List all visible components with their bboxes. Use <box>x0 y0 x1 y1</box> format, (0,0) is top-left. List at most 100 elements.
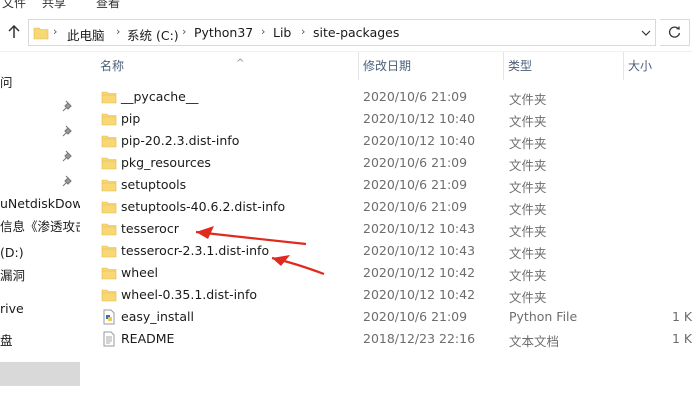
file-name: README <box>121 331 175 346</box>
pin-icon <box>62 125 72 137</box>
column-header-label: 大小 <box>628 59 653 73</box>
nav-item-label: (D:) <box>0 245 24 260</box>
file-type: 文本文档 <box>509 334 560 349</box>
breadcrumb-system-c[interactable]: 系统 (C:) <box>127 25 179 44</box>
file-row[interactable]: setuptools-40.6.2.dist-info 2020/10/6 21:… <box>80 196 692 218</box>
file-type: 文件夹 <box>509 136 547 151</box>
breadcrumb-separator: › <box>301 25 306 38</box>
nav-item-pinned[interactable] <box>0 170 80 192</box>
nav-item-drive[interactable]: rive <box>0 298 80 320</box>
nav-item-pinned[interactable] <box>0 95 80 117</box>
file-type: 文件夹 <box>509 268 547 283</box>
refresh-button[interactable] <box>660 19 690 46</box>
file-date: 2020/10/12 10:43 <box>363 221 476 236</box>
folder-icon <box>101 135 117 148</box>
file-size: 1 K <box>672 331 692 346</box>
file-row[interactable]: pkg_resources 2020/10/6 21:09 文件夹 <box>80 152 692 174</box>
nav-item-info[interactable]: 信息《渗透攻击 <box>0 216 80 238</box>
file-type: 文件夹 <box>509 158 547 173</box>
file-date: 2020/10/12 10:40 <box>363 111 476 126</box>
column-header-label: 类型 <box>508 59 533 73</box>
file-type: 文件夹 <box>509 114 547 129</box>
column-header-row: 名称 ^ 修改日期 类型 大小 <box>80 52 692 80</box>
file-type: 文件夹 <box>509 202 547 217</box>
nav-item-vuln[interactable]: 漏洞 <box>0 265 80 287</box>
file-row[interactable]: pip-20.2.3.dist-info 2020/10/12 10:40 文件夹 <box>80 130 692 152</box>
up-button[interactable] <box>2 18 26 46</box>
python-file-icon <box>103 309 115 325</box>
column-header-type[interactable]: 类型 <box>504 52 624 80</box>
nav-item-disk[interactable]: 盘 <box>0 330 80 352</box>
breadcrumb-separator: › <box>261 25 266 38</box>
file-date: 2018/12/23 22:16 <box>363 331 476 346</box>
sort-ascending-icon: ^ <box>236 58 245 69</box>
breadcrumb-this-pc[interactable]: 此电脑 <box>67 25 105 44</box>
file-row[interactable]: wheel-0.35.1.dist-info 2020/10/12 10:42 文件… <box>80 284 692 306</box>
file-row[interactable]: wheel 2020/10/12 10:42 文件夹 <box>80 262 692 284</box>
nav-item-label: 盘 <box>0 333 13 348</box>
breadcrumb-python37[interactable]: Python37 <box>194 25 253 40</box>
nav-item-label: uNetdiskDow <box>0 196 80 211</box>
file-name: pip-20.2.3.dist-info <box>121 133 240 148</box>
file-row[interactable]: setuptools 2020/10/6 21:09 文件夹 <box>80 174 692 196</box>
folder-icon <box>101 289 117 302</box>
file-name: wheel <box>121 265 158 280</box>
pin-icon <box>62 100 72 112</box>
ribbon-tabs: 文件 共享 查看 <box>0 0 692 12</box>
folder-icon <box>101 245 117 258</box>
file-name: easy_install <box>121 309 194 324</box>
ribbon-tab-share[interactable]: 共享 <box>42 0 66 11</box>
pin-icon <box>62 150 72 162</box>
pin-icon <box>62 175 72 187</box>
folder-icon <box>33 27 49 40</box>
nav-item-label: 信息《渗透攻击 <box>0 219 80 234</box>
ribbon-tab-view[interactable]: 查看 <box>96 0 120 11</box>
file-row[interactable]: tesserocr-2.3.1.dist-info 2020/10/12 10:4… <box>80 240 692 262</box>
file-size: 1 K <box>672 309 692 324</box>
file-row[interactable]: tesserocr 2020/10/12 10:43 文件夹 <box>80 218 692 240</box>
breadcrumb-lib[interactable]: Lib <box>273 25 291 40</box>
folder-icon <box>101 113 117 126</box>
navigation-pane: 问 uNetdiskDow 信息《渗透攻击 (D:) 漏洞 rive 盘 <box>0 52 80 411</box>
ribbon-tab-file[interactable]: 文件 <box>2 0 26 11</box>
file-row[interactable]: pip 2020/10/12 10:40 文件夹 <box>80 108 692 130</box>
arrow-up-icon <box>8 25 20 38</box>
folder-icon <box>101 201 117 214</box>
file-name: wheel-0.35.1.dist-info <box>121 287 258 302</box>
nav-item-pinned[interactable] <box>0 120 80 142</box>
chevron-down-icon <box>641 30 651 36</box>
address-dropdown-button[interactable] <box>637 24 655 42</box>
text-document-icon <box>103 331 115 347</box>
file-row[interactable]: easy_install 2020/10/6 21:09 Python File 1 … <box>80 306 692 328</box>
file-date: 2020/10/6 21:09 <box>363 89 468 104</box>
folder-icon <box>101 91 117 104</box>
file-type: 文件夹 <box>509 246 547 261</box>
column-header-name[interactable]: 名称 ^ <box>96 52 358 80</box>
nav-item-drive-d[interactable]: (D:) <box>0 242 80 264</box>
file-date: 2020/10/6 21:09 <box>363 155 468 170</box>
folder-icon <box>101 223 117 236</box>
file-type: 文件夹 <box>509 290 547 305</box>
file-name: setuptools-40.6.2.dist-info <box>121 199 286 214</box>
file-date: 2020/10/6 21:09 <box>363 309 468 324</box>
file-type: Python File <box>509 309 578 324</box>
folder-icon <box>101 267 117 280</box>
column-header-date[interactable]: 修改日期 <box>358 52 504 80</box>
nav-item-label: rive <box>0 301 24 316</box>
file-name: pip <box>121 111 141 126</box>
column-header-size[interactable]: 大小 <box>624 52 692 80</box>
file-row[interactable]: README 2018/12/23 22:16 文本文档 1 K <box>80 328 692 350</box>
nav-item-pinned[interactable] <box>0 145 80 167</box>
file-name: pkg_resources <box>121 155 211 170</box>
nav-item-netdisk[interactable]: uNetdiskDow <box>0 193 80 215</box>
file-date: 2020/10/12 10:40 <box>363 133 476 148</box>
nav-item-selected[interactable] <box>0 362 80 386</box>
breadcrumb-separator: › <box>53 25 58 38</box>
nav-item[interactable]: 问 <box>0 72 80 94</box>
file-name: __pycache__ <box>121 89 199 104</box>
file-name: tesserocr-2.3.1.dist-info <box>121 243 270 258</box>
breadcrumb-site-packages[interactable]: site-packages <box>313 25 399 40</box>
address-bar[interactable]: › 此电脑 › 系统 (C:) › Python37 › Lib › site-… <box>28 19 656 46</box>
file-name: setuptools <box>121 177 187 192</box>
file-row[interactable]: __pycache__ 2020/10/6 21:09 文件夹 <box>80 86 692 108</box>
